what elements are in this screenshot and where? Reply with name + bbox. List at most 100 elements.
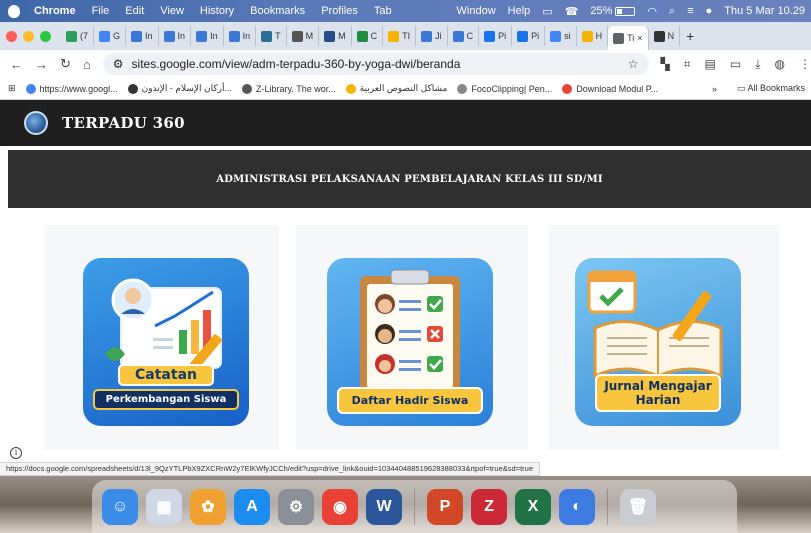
browser-tab[interactable]: T: [256, 26, 287, 46]
reload-icon[interactable]: ↻: [60, 56, 71, 72]
site-logo[interactable]: [24, 111, 48, 135]
more-bookmarks-button[interactable]: »: [712, 84, 717, 94]
bookmark-item[interactable]: FocoClipping| Pen...: [457, 83, 553, 94]
back-arrow-icon[interactable]: ←: [10, 57, 23, 72]
browser-tab[interactable]: Ti ×: [608, 26, 649, 50]
bookmark-star-icon[interactable]: ☆: [628, 57, 639, 71]
spotlight-search-icon[interactable]: ⌕: [669, 5, 675, 18]
new-tab-button[interactable]: +: [686, 28, 694, 44]
browser-tab[interactable]: N: [649, 26, 681, 46]
bookmark-item[interactable]: https://www.googl...: [25, 83, 118, 94]
tab-favicon-icon: [581, 30, 593, 42]
info-icon[interactable]: i: [10, 447, 22, 459]
bookmark-item[interactable]: Z-Library. The wor...: [242, 83, 336, 94]
extensions-area: ▚ ⌗ ▤ ▭ ⤓ ◍ ⋮: [661, 57, 811, 72]
battery-indicator[interactable]: 25%: [590, 5, 636, 17]
extension-translate-icon[interactable]: ▚: [661, 57, 670, 72]
dock-finder-icon[interactable]: ☺: [102, 488, 138, 525]
all-bookmarks-button[interactable]: ▭ All Bookmarks: [737, 83, 805, 94]
bookmarks-bar: ⊞ https://www.googl... أركان الإسلام - ال…: [0, 78, 811, 100]
browser-tab[interactable]: M: [287, 26, 320, 46]
browser-tab[interactable]: M: [319, 26, 352, 46]
dock-excel-icon[interactable]: X: [515, 488, 551, 525]
site-info-icon[interactable]: ⚙: [113, 57, 124, 71]
dock-separator: [414, 488, 415, 525]
browser-tab[interactable]: In: [224, 26, 257, 46]
close-window-button[interactable]: [6, 30, 17, 42]
reading-list-icon[interactable]: ▤: [705, 57, 716, 72]
dock-word-icon[interactable]: W: [366, 488, 402, 525]
minimize-window-button[interactable]: [23, 30, 34, 42]
dock-photos-icon[interactable]: ✿: [190, 488, 226, 525]
dock-chrome-icon[interactable]: ◉: [322, 488, 358, 525]
card-jurnal-mengajar-harian[interactable]: Jurnal Mengajar Harian: [575, 258, 741, 426]
apple-logo-icon[interactable]: [8, 4, 20, 18]
browser-tab[interactable]: Ji: [416, 26, 448, 46]
more-menu-icon[interactable]: ⋮: [799, 57, 811, 72]
card-catatan-perkembangan-siswa[interactable]: Catatan Perkembangan Siswa: [83, 258, 249, 426]
browser-tab[interactable]: C: [448, 26, 480, 46]
bookmark-favicon-icon: [457, 83, 468, 94]
card-3-label-line1: Jurnal Mengajar: [604, 379, 712, 393]
browser-tab[interactable]: Pi: [512, 26, 546, 46]
bookmark-item[interactable]: مشاكل النصوص العربية: [345, 83, 447, 94]
card-daftar-hadir-siswa[interactable]: Daftar Hadir Siswa: [327, 258, 493, 426]
dock-app-store-icon[interactable]: A: [234, 488, 270, 525]
menu-app-chrome[interactable]: Chrome: [34, 5, 76, 17]
bookmark-favicon-icon: [25, 83, 36, 94]
siri-icon[interactable]: ●: [706, 5, 713, 17]
wifi-icon[interactable]: ◠: [647, 5, 657, 18]
tab-label: si: [564, 31, 571, 41]
browser-tab[interactable]: H: [577, 26, 609, 46]
menu-tab[interactable]: Tab: [374, 5, 392, 17]
phone-icon[interactable]: ☎: [565, 5, 579, 18]
tab-favicon-icon: [66, 30, 77, 42]
omnibox[interactable]: ⚙ sites.google.com/view/adm-terpadu-360-…: [102, 53, 649, 75]
browser-tab[interactable]: TI: [383, 26, 417, 46]
browser-tab[interactable]: In: [126, 26, 159, 46]
menu-file[interactable]: File: [92, 5, 110, 17]
menubar-clock[interactable]: Thu 5 Mar 10.29: [724, 5, 805, 17]
apps-grid-icon[interactable]: ⊞: [8, 83, 16, 94]
browser-tab[interactable]: In: [159, 26, 192, 46]
browser-tab[interactable]: C: [352, 26, 384, 46]
zoom-window-button[interactable]: [40, 30, 51, 42]
menu-view[interactable]: View: [160, 5, 184, 17]
browser-tab[interactable]: In: [191, 26, 224, 46]
dock-trash-icon[interactable]: 🗑: [620, 488, 656, 525]
bookmark-item[interactable]: أركان الإسلام - الإندون...: [127, 83, 232, 94]
profile-icon[interactable]: ◍: [775, 57, 785, 72]
download-icon[interactable]: ⤓: [755, 57, 760, 72]
card-3-label-line2: Harian: [635, 393, 681, 407]
bookmark-item[interactable]: Download Modul P...: [562, 83, 658, 94]
tab-favicon-icon: [196, 30, 208, 42]
dock-preview-icon[interactable]: ◐: [559, 488, 595, 525]
forward-arrow-icon[interactable]: →: [35, 57, 48, 72]
screen-mirror-icon[interactable]: ▭: [542, 5, 552, 18]
home-icon[interactable]: ⌂: [83, 57, 91, 72]
control-center-icon[interactable]: ≡: [687, 5, 693, 17]
dock-powerpoint-icon[interactable]: P: [427, 488, 463, 525]
extension-puzzle-icon[interactable]: ⌗: [684, 57, 691, 72]
browser-tab[interactable]: G: [94, 26, 127, 46]
dock-zotero-icon[interactable]: Z: [471, 488, 507, 525]
bookmark-label: FocoClipping| Pen...: [471, 83, 553, 94]
close-tab-icon[interactable]: ×: [637, 33, 642, 43]
menu-bookmarks[interactable]: Bookmarks: [250, 5, 305, 17]
dock-launchpad-icon[interactable]: ▦: [146, 488, 182, 525]
site-title[interactable]: TERPADU 360: [62, 114, 185, 132]
menu-history[interactable]: History: [200, 5, 234, 17]
tab-favicon-icon: [356, 30, 368, 42]
omnibox-url-text[interactable]: sites.google.com/view/adm-terpadu-360-by…: [132, 57, 461, 71]
card-1-label-line2: Perkembangan Siswa: [93, 389, 239, 410]
browser-tab[interactable]: Pi: [479, 26, 513, 46]
cast-icon[interactable]: ▭: [730, 57, 741, 72]
menu-profiles[interactable]: Profiles: [321, 5, 358, 17]
browser-tab[interactable]: si: [545, 26, 577, 46]
menu-edit[interactable]: Edit: [125, 5, 144, 17]
menu-help[interactable]: Help: [508, 5, 531, 17]
bookmark-favicon-icon: [242, 83, 253, 94]
browser-tab[interactable]: (7: [61, 26, 95, 46]
dock-system-settings-icon[interactable]: ⚙: [278, 488, 314, 525]
menu-window[interactable]: Window: [457, 5, 496, 17]
